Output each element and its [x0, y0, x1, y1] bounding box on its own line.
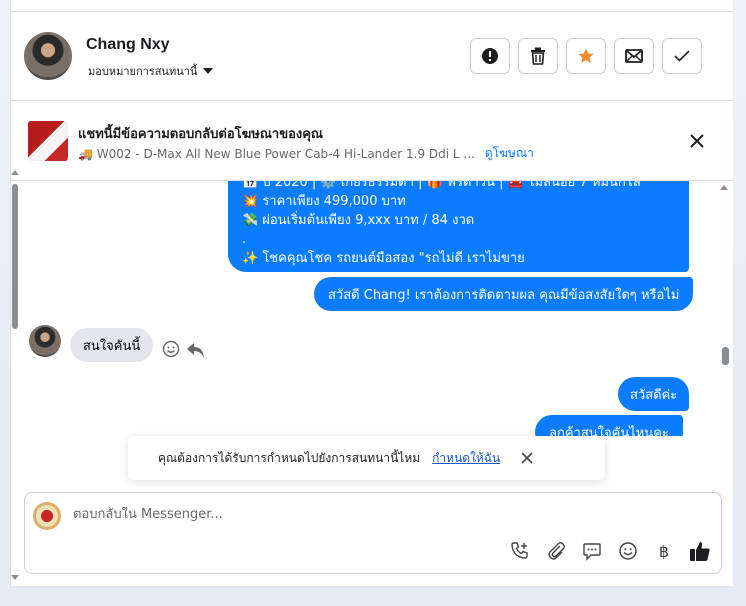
add-call-button[interactable] — [509, 540, 531, 562]
reply-icon[interactable] — [186, 341, 206, 359]
conversation-panel: Chang Nxy มอบหมายการสนทนานี้ แชทนี้มีข้อ… — [10, 0, 734, 586]
chevron-down-icon — [203, 68, 214, 74]
composer-tools: ฿ — [509, 540, 711, 562]
page-avatar — [33, 502, 61, 530]
message-composer: ฿ — [24, 492, 722, 574]
reply-input[interactable] — [73, 507, 673, 522]
thread-scrollbar[interactable] — [719, 181, 729, 436]
baht-icon: ฿ — [658, 541, 670, 561]
ad-message-line: . — [242, 232, 247, 247]
like-button[interactable] — [689, 540, 711, 562]
emoji-icon — [619, 542, 637, 560]
customer-avatar[interactable] — [29, 325, 61, 357]
ad-reply-banner: แชทนี้มีข้อความตอบกลับต่อโฆษณาของคุณ 🚚 W… — [11, 101, 734, 181]
ad-message-bubble: 📅 ปี 2020 | ⚙️ เกียร์ธรรมดา | 🎁 ฟรีดาวน์… — [228, 181, 689, 272]
assign-dropdown[interactable]: มอบหมายการสนทนานี้ — [88, 62, 214, 80]
header-actions — [470, 38, 702, 74]
greeting-message-bubble: สวัสดีค่ะ — [618, 377, 690, 411]
assign-label: มอบหมายการสนทนานี้ — [88, 65, 198, 78]
payment-button[interactable]: ฿ — [653, 540, 675, 562]
attach-button[interactable] — [545, 540, 567, 562]
followup-message-bubble: สวัสดี Chang! เราต้องการติดตามผล คุณมีข้… — [314, 277, 694, 311]
saved-replies-icon — [583, 543, 601, 561]
star-button[interactable] — [566, 38, 606, 74]
star-icon — [578, 48, 594, 63]
close-icon[interactable] — [520, 451, 534, 465]
delete-button[interactable] — [518, 38, 558, 74]
assign-prompt-toast: คุณต้องการได้รับการกำหนดไปยังการสนทนานี้… — [128, 436, 605, 480]
ad-product-row: 🚚 W002 - D-Max All New Blue Power Cab-4 … — [78, 144, 534, 163]
ad-message-line: 💥 ราคาเพียง 499,000 บาท — [242, 194, 406, 209]
thread-scroll-up-arrow[interactable] — [720, 185, 728, 190]
emoji-button[interactable] — [617, 540, 639, 562]
checkmark-icon — [674, 50, 690, 62]
view-ad-link[interactable]: ดูโฆษณา — [485, 144, 534, 163]
question-message-bubble: ลูกค้าสนใจคันไหนคะ — [535, 415, 683, 436]
thread-scroll-thumb[interactable] — [722, 347, 729, 365]
assign-to-me-link[interactable]: กำหนดให้ฉัน — [432, 449, 500, 468]
customer-message-bubble: สนใจคันนี้ — [70, 328, 154, 362]
ad-message-line: 📅 ปี 2020 | ⚙️ เกียร์ธรรมดา | 🎁 ฟรีดาวน์… — [242, 181, 641, 190]
scroll-down-arrow[interactable] — [11, 575, 19, 580]
contact-name[interactable]: Chang Nxy — [86, 36, 170, 54]
ad-message-line: 💸 ผ่อนเริ่มต้นเพียง 9,xxx บาท / 84 งวด — [242, 213, 475, 228]
thumbs-up-icon — [690, 542, 710, 561]
message-thread: 📅 ปี 2020 | ⚙️ เกียร์ธรรมดา | 🎁 ฟรีดาวน์… — [11, 181, 734, 436]
ad-banner-title: แชทนี้มีข้อความตอบกลับต่อโฆษณาของคุณ — [78, 127, 323, 142]
ad-product-name: 🚚 W002 - D-Max All New Blue Power Cab-4 … — [78, 146, 475, 161]
trash-icon — [531, 47, 545, 65]
emoji-react-icon[interactable] — [162, 340, 180, 358]
phone-add-icon — [511, 542, 528, 559]
ad-message-line: ✨ โชคคุณโชค รถยนต์มือสอง "รถไม่ดี เราไม่… — [242, 251, 525, 266]
move-to-inbox-button[interactable] — [614, 38, 654, 74]
conversation-header: Chang Nxy มอบหมายการสนทนานี้ — [11, 12, 734, 101]
ad-thumbnail[interactable] — [28, 121, 68, 161]
envelope-icon — [625, 49, 643, 63]
contact-avatar[interactable] — [24, 32, 72, 80]
saved-replies-button[interactable] — [581, 540, 603, 562]
paperclip-icon — [548, 542, 565, 560]
close-icon[interactable] — [687, 131, 707, 151]
assign-prompt-text: คุณต้องการได้รับการกำหนดไปยังการสนทนานี้… — [158, 450, 421, 465]
flag-button[interactable] — [470, 38, 510, 74]
mark-done-button[interactable] — [662, 38, 702, 74]
flag-icon — [482, 48, 498, 64]
